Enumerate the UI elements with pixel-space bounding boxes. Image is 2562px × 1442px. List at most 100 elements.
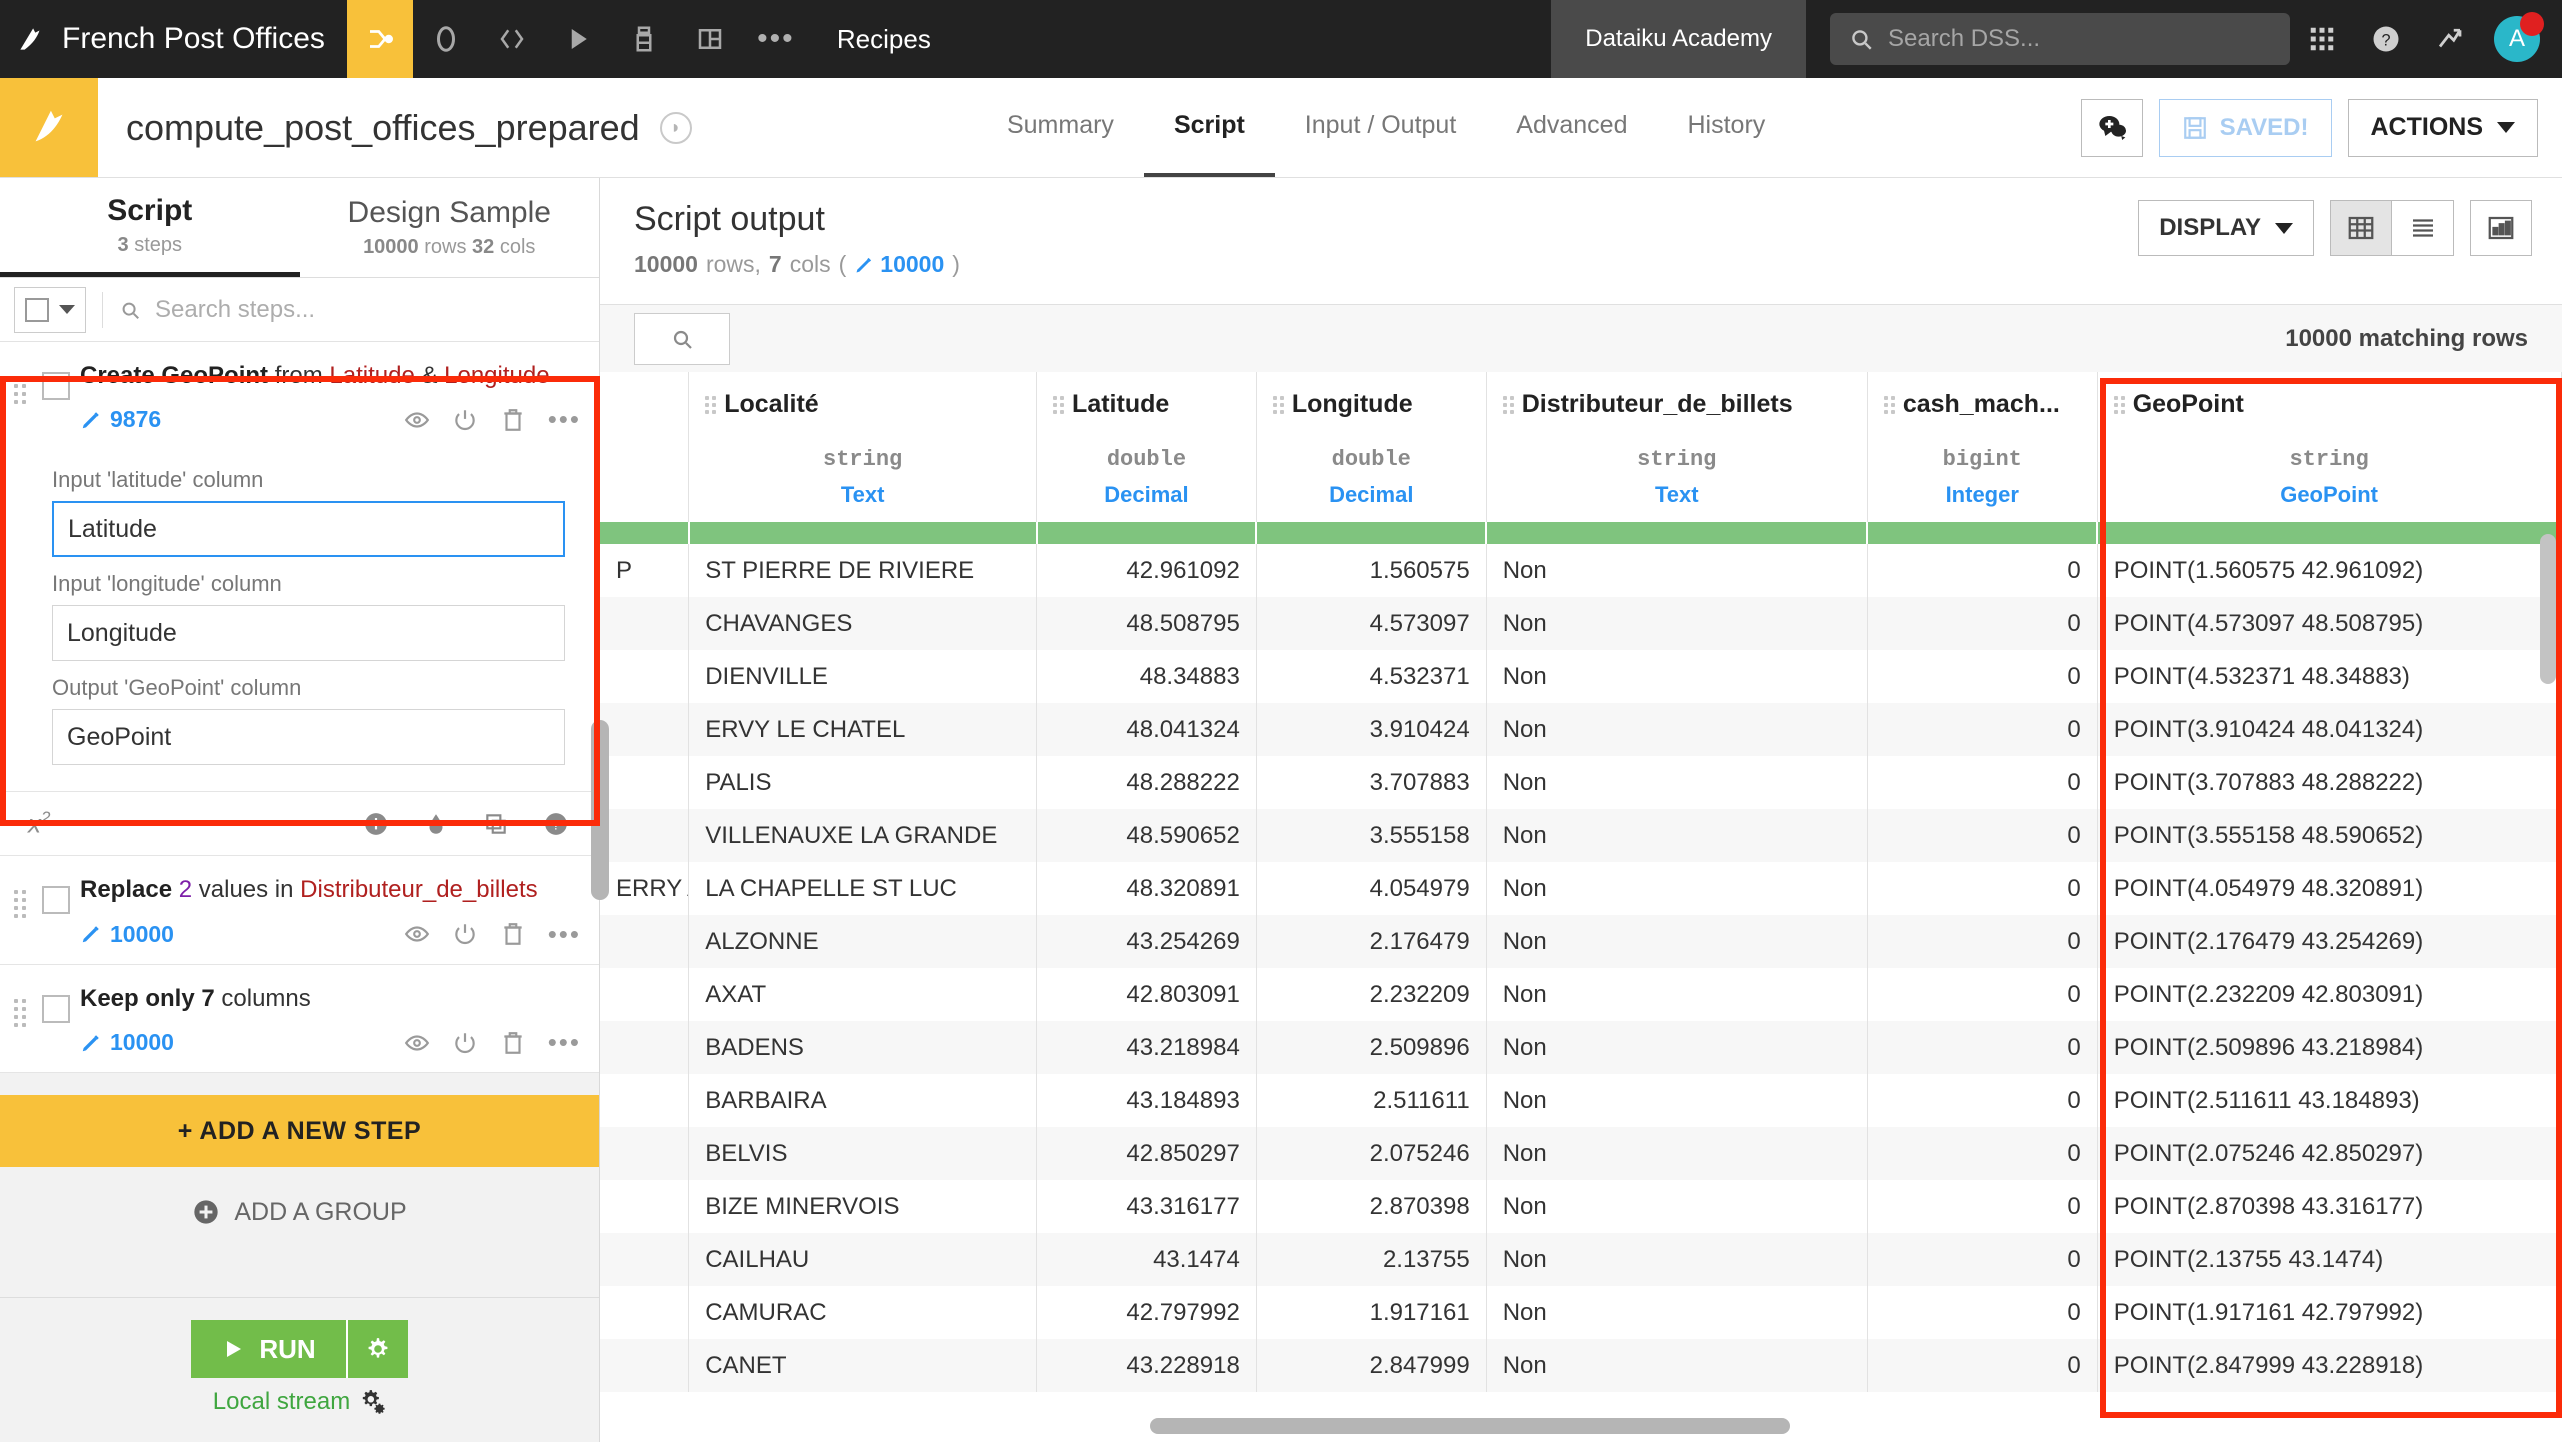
trash-icon[interactable] (500, 921, 526, 947)
cell-longitude[interactable]: 2.870398 (1256, 1180, 1487, 1233)
cell-idx[interactable]: P (600, 544, 690, 597)
step-keep-columns[interactable]: Keep only 7 columns 10000 ••• (0, 964, 599, 1074)
cell-geopoint[interactable]: POINT(2.232209 42.803091) (2097, 968, 2562, 1021)
search-input[interactable] (1888, 25, 2272, 53)
cell-geopoint[interactable]: POINT(3.555158 48.590652) (2097, 809, 2562, 862)
trash-icon[interactable] (500, 1030, 526, 1056)
table-row[interactable]: CAMURAC 42.797992 1.917161 Non 0 POINT(1.9171… (600, 1286, 2562, 1339)
input-longitude-field[interactable]: Longitude (52, 605, 565, 662)
drag-handle-icon[interactable] (14, 874, 32, 919)
panel-tab-design-sample[interactable]: Design Sample 10000 rows 32 cols (300, 178, 600, 277)
column-header-geopoint[interactable]: GeoPoint string GeoPoint (2097, 372, 2562, 522)
saved-button[interactable]: SAVED! (2158, 98, 2332, 157)
cell-latitude[interactable]: 43.254269 (1036, 915, 1257, 968)
input-latitude-field[interactable]: Latitude (52, 501, 565, 558)
dashboard-icon[interactable] (677, 0, 743, 78)
trending-up-icon[interactable] (2418, 0, 2482, 78)
cell-latitude[interactable]: 43.1474 (1036, 1233, 1257, 1286)
cell-localite[interactable]: PALIS (688, 756, 1038, 809)
cell-idx[interactable] (600, 968, 690, 1021)
cell-geopoint[interactable]: POINT(4.054979 48.320891) (2097, 862, 2562, 915)
cell-idx[interactable] (600, 1021, 690, 1074)
column-meaning[interactable]: Text (705, 482, 1020, 508)
cell-localite[interactable]: ERVY LE CHATEL (688, 703, 1038, 756)
cell-longitude[interactable]: 3.555158 (1256, 809, 1487, 862)
column-meaning[interactable]: Decimal (1053, 482, 1240, 508)
cell-localite[interactable]: DIENVILLE (688, 650, 1038, 703)
cell-distributeur[interactable]: Non (1486, 1286, 1868, 1339)
cell-distributeur[interactable]: Non (1486, 597, 1868, 650)
apps-grid-icon[interactable] (2290, 0, 2354, 78)
cell-distributeur[interactable]: Non (1486, 756, 1868, 809)
cell-localite[interactable]: LA CHAPELLE ST LUC (688, 862, 1038, 915)
column-header-cash-machine[interactable]: cash_mach... bigint Integer (1867, 372, 2098, 522)
cell-longitude[interactable]: 3.910424 (1256, 703, 1487, 756)
more-icon[interactable]: ••• (548, 1027, 581, 1058)
cell-latitude[interactable]: 42.850297 (1036, 1127, 1257, 1180)
add-group-button[interactable]: ADD A GROUP (0, 1167, 599, 1257)
cell-idx[interactable] (600, 1286, 690, 1339)
power-icon[interactable] (452, 407, 478, 433)
flow-icon[interactable] (346, 0, 413, 78)
cell-distributeur[interactable]: Non (1486, 650, 1868, 703)
cell-geopoint[interactable]: POINT(2.176479 43.254269) (2097, 915, 2562, 968)
cell-distributeur[interactable]: Non (1486, 1233, 1868, 1286)
cell-localite[interactable]: CHAVANGES (688, 597, 1038, 650)
panel-tab-script[interactable]: Script 3 steps (0, 178, 300, 277)
copy-icon[interactable] (483, 811, 509, 837)
step-affected-count[interactable]: 10000 (80, 1029, 174, 1056)
column-header-localite[interactable]: Localité string Text (688, 372, 1038, 522)
cell-latitude[interactable]: 48.590652 (1036, 809, 1257, 862)
add-new-step-button[interactable]: + ADD A NEW STEP (0, 1095, 599, 1168)
grid-view-icon[interactable] (2330, 200, 2392, 256)
cell-latitude[interactable]: 48.320891 (1036, 862, 1257, 915)
table-row[interactable]: ERRY APLA CHAPELLE ST LUC48.3208914.0549… (600, 862, 2562, 915)
cell-idx[interactable] (600, 1180, 690, 1233)
eye-icon[interactable] (404, 921, 430, 947)
tab-advanced[interactable]: Advanced (1486, 78, 1657, 177)
table-row[interactable]: BADENS 43.218984 2.509896 Non 0 POINT(2.50989… (600, 1021, 2562, 1074)
cell-geopoint[interactable]: POINT(2.870398 43.316177) (2097, 1180, 2562, 1233)
global-search[interactable] (1830, 13, 2290, 65)
table-row[interactable]: PALIS 48.288222 3.707883 Non 0 POINT(3.707883… (600, 756, 2562, 809)
column-meaning[interactable]: GeoPoint (2114, 482, 2545, 508)
column-drag-icon[interactable] (705, 390, 717, 414)
step-checkbox[interactable] (42, 994, 70, 1023)
cell-localite[interactable]: BARBAIRA (688, 1074, 1038, 1127)
cell-localite[interactable]: ST PIERRE DE RIVIERE (688, 544, 1038, 597)
cell-cash[interactable]: 0 (1867, 756, 2098, 809)
power-icon[interactable] (452, 1030, 478, 1056)
cell-latitude[interactable]: 48.34883 (1036, 650, 1257, 703)
cell-latitude[interactable]: 42.961092 (1036, 544, 1257, 597)
grid-vertical-scrollbar[interactable] (2540, 534, 2556, 684)
cell-localite[interactable]: BIZE MINERVOIS (688, 1180, 1038, 1233)
cell-distributeur[interactable]: Non (1486, 1339, 1868, 1392)
table-row[interactable]: BARBAIRA 43.184893 2.511611 Non 0 POINT(2.511… (600, 1074, 2562, 1127)
cell-longitude[interactable]: 2.232209 (1256, 968, 1487, 1021)
cell-idx[interactable] (600, 650, 690, 703)
display-button[interactable]: DISPLAY (2138, 200, 2314, 256)
cell-latitude[interactable]: 43.184893 (1036, 1074, 1257, 1127)
step-affected-count[interactable]: 9876 (80, 406, 161, 433)
cell-distributeur[interactable]: Non (1486, 1180, 1868, 1233)
more-icon[interactable]: ••• (743, 0, 809, 78)
cell-distributeur[interactable]: Non (1486, 809, 1868, 862)
column-drag-icon[interactable] (2113, 390, 2125, 414)
column-drag-icon[interactable] (1502, 390, 1514, 414)
column-header-latitude[interactable]: Latitude double Decimal (1036, 372, 1257, 522)
cell-geopoint[interactable]: POINT(3.910424 48.041324) (2097, 703, 2562, 756)
run-button[interactable]: RUN (191, 1320, 346, 1378)
cell-localite[interactable]: BELVIS (688, 1127, 1038, 1180)
step-checkbox[interactable] (42, 886, 70, 915)
tab-summary[interactable]: Summary (977, 78, 1144, 177)
cell-idx[interactable] (600, 703, 690, 756)
academy-link[interactable]: Dataiku Academy (1551, 0, 1806, 78)
code-icon[interactable] (479, 0, 545, 78)
cell-latitude[interactable]: 43.228918 (1036, 1339, 1257, 1392)
scrollbar-thumb[interactable] (1150, 1418, 1790, 1434)
cell-idx[interactable] (600, 1233, 690, 1286)
table-row[interactable]: ALZONNE 43.254269 2.176479 Non 0 POINT(2.1764… (600, 915, 2562, 968)
cell-localite[interactable]: CAMURAC (688, 1286, 1038, 1339)
tab-history[interactable]: History (1658, 78, 1796, 177)
step-checkbox[interactable] (42, 372, 70, 400)
